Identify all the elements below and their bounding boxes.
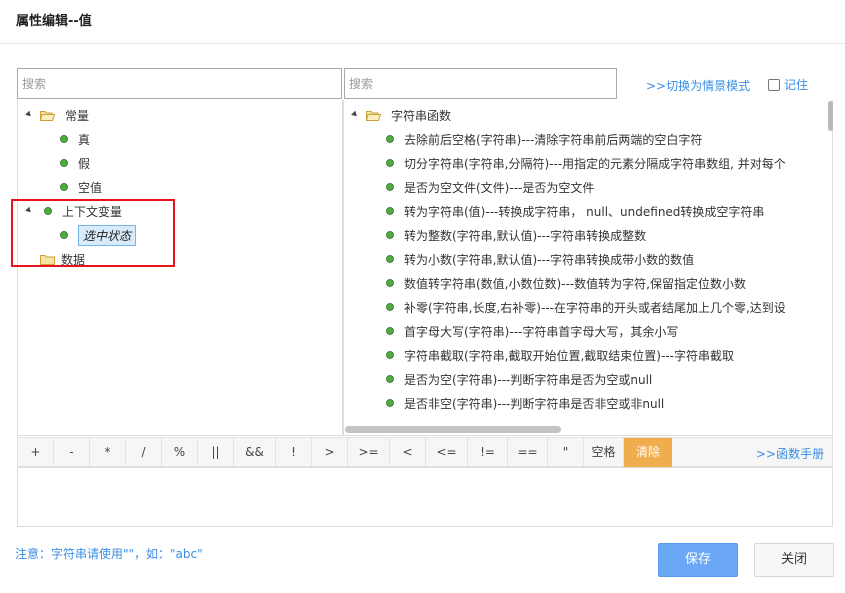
tree-leaf-true[interactable]: 真	[60, 128, 90, 150]
function-label: 切分字符串(字符串,分隔符)---用指定的元素分隔成字符串数组, 并对每个	[404, 156, 786, 171]
close-button[interactable]: 关闭	[754, 543, 834, 577]
right-search-input[interactable]	[344, 68, 617, 99]
switch-scene-mode-link[interactable]: >>切换为情景模式	[646, 77, 750, 94]
function-item[interactable]: 是否为空文件(文件)---是否为空文件	[386, 176, 594, 198]
leaf-dot-icon	[386, 183, 394, 191]
tree-leaf-label-selected: 选中状态	[78, 224, 137, 246]
remember-checkbox[interactable]: 记住	[768, 76, 808, 93]
function-item[interactable]: 转为整数(字符串,默认值)---字符串转换成整数	[386, 224, 646, 246]
function-label: 转为整数(字符串,默认值)---字符串转换成整数	[404, 228, 647, 243]
dialog-titlebar: 属性编辑--值	[0, 0, 845, 44]
note-text: 注意：字符串请使用""，如："abc"	[15, 547, 203, 561]
dialog-title: 属性编辑--值	[16, 14, 92, 29]
tree-leaf-label: 假	[78, 156, 91, 171]
tree-group-constants[interactable]: 常量	[25, 104, 90, 126]
operator-toolbar: + - * / % || && ! > >= < <= != == " 空格 清…	[17, 437, 833, 467]
leaf-dot-icon	[60, 159, 68, 167]
tree-leaf-false[interactable]: 假	[60, 152, 90, 174]
function-item[interactable]: 数值转字符串(数值,小数位数)---数值转为字符,保留指定位数小数	[386, 272, 746, 294]
expand-arrow-icon[interactable]	[25, 206, 33, 215]
operator-equal-button[interactable]: ==	[508, 438, 548, 467]
tree-group-context-variables[interactable]: 上下文变量	[25, 200, 123, 222]
function-manual-link[interactable]: >>函数手册	[756, 445, 824, 462]
function-item[interactable]: 补零(字符串,长度,右补零)---在字符串的开头或者结尾加上几个零,达到设	[386, 296, 786, 318]
tree-group-label: 字符串函数	[391, 108, 452, 123]
operator-greater-equal-button[interactable]: >=	[348, 438, 390, 467]
operator-modulo-button[interactable]: %	[162, 438, 198, 467]
function-label: 首字母大写(字符串)---字符串首字母大写，其余小写	[404, 324, 679, 339]
folder-icon	[40, 254, 55, 265]
remember-label: 记住	[784, 78, 809, 92]
tree-group-string-functions[interactable]: 字符串函数	[351, 104, 452, 126]
leaf-dot-icon	[60, 183, 68, 191]
function-item[interactable]: 字符串截取(字符串,截取开始位置,截取结束位置)---字符串截取	[386, 344, 734, 366]
expression-textarea[interactable]	[17, 467, 833, 527]
leaf-dot-icon	[386, 207, 394, 215]
tree-group-label: 常量	[65, 108, 90, 123]
leaf-dot-icon	[386, 279, 394, 287]
operator-not-equal-button[interactable]: !=	[468, 438, 508, 467]
save-button[interactable]: 保存	[658, 543, 738, 577]
operator-greater-button[interactable]: >	[312, 438, 348, 467]
leaf-dot-icon	[386, 351, 394, 359]
function-item[interactable]: 切分字符串(字符串,分隔符)---用指定的元素分隔成字符串数组, 并对每个	[386, 152, 786, 174]
function-label: 是否为空(字符串)---判断字符串是否为空或null	[404, 372, 653, 387]
function-label: 是否非空(字符串)---判断字符串是否非空或非null	[404, 396, 665, 411]
tree-group-label: 上下文变量	[62, 204, 123, 219]
operator-quote-button[interactable]: "	[548, 438, 584, 467]
tree-leaf-label: 真	[78, 132, 91, 147]
expand-arrow-icon[interactable]	[25, 110, 33, 119]
leaf-dot-icon	[386, 231, 394, 239]
tree-group-label: 数据	[61, 252, 86, 267]
folder-open-icon	[366, 110, 381, 121]
function-tree-pane: 字符串函数 去除前后空格(字符串)---清除字符串前后两端的空白字符 切分字符串…	[343, 100, 833, 436]
tree-leaf-null[interactable]: 空值	[60, 176, 102, 198]
leaf-dot-icon	[386, 255, 394, 263]
function-item[interactable]: 去除前后空格(字符串)---清除字符串前后两端的空白字符	[386, 128, 702, 150]
operator-or-button[interactable]: ||	[198, 438, 234, 467]
checkbox-box[interactable]	[768, 78, 780, 91]
function-label: 去除前后空格(字符串)---清除字符串前后两端的空白字符	[404, 132, 703, 147]
vertical-scrollbar-thumb[interactable]	[828, 101, 833, 131]
function-label: 数值转字符串(数值,小数位数)---数值转为字符,保留指定位数小数	[404, 276, 746, 291]
tree-leaf-selected-state[interactable]: 选中状态	[60, 224, 137, 246]
function-item[interactable]: 首字母大写(字符串)---字符串首字母大写，其余小写	[386, 320, 678, 342]
expand-arrow-icon[interactable]	[351, 110, 359, 119]
operator-plus-button[interactable]: +	[18, 438, 54, 467]
tree-leaf-label: 空值	[78, 180, 103, 195]
leaf-dot-icon	[44, 207, 52, 215]
leaf-dot-icon	[386, 303, 394, 311]
leaf-dot-icon	[386, 327, 394, 335]
folder-open-icon	[40, 110, 55, 121]
function-label: 补零(字符串,长度,右补零)---在字符串的开头或者结尾加上几个零,达到设	[404, 300, 786, 315]
function-item[interactable]: 转为字符串(值)---转换成字符串， null、undefined转换成空字符串	[386, 200, 764, 222]
left-search-input[interactable]	[17, 68, 342, 99]
function-item[interactable]: 是否非空(字符串)---判断字符串是否非空或非null	[386, 392, 664, 414]
leaf-dot-icon	[60, 135, 68, 143]
operator-less-equal-button[interactable]: <=	[426, 438, 468, 467]
operator-divide-button[interactable]: /	[126, 438, 162, 467]
function-label: 转为小数(字符串,默认值)---字符串转换成带小数的数值	[404, 252, 695, 267]
function-label: 转为字符串(值)---转换成字符串， null、undefined转换成空字符串	[404, 204, 765, 219]
function-label: 是否为空文件(文件)---是否为空文件	[404, 180, 595, 195]
tree-group-data[interactable]: 数据	[40, 248, 85, 270]
operator-space-button[interactable]: 空格	[584, 438, 624, 467]
operator-and-button[interactable]: &&	[234, 438, 276, 467]
leaf-dot-icon	[386, 399, 394, 407]
variable-tree-pane: 常量 真 假 空值 上下文变量 选中状态 数据	[17, 100, 343, 436]
leaf-dot-icon	[386, 159, 394, 167]
horizontal-scrollbar-thumb[interactable]	[345, 426, 561, 433]
leaf-dot-icon	[386, 135, 394, 143]
function-item[interactable]: 是否为空(字符串)---判断字符串是否为空或null	[386, 368, 652, 390]
operator-less-button[interactable]: <	[390, 438, 426, 467]
leaf-dot-icon	[60, 231, 68, 239]
operator-minus-button[interactable]: -	[54, 438, 90, 467]
clear-button[interactable]: 清除	[624, 438, 672, 467]
leaf-dot-icon	[386, 375, 394, 383]
operator-multiply-button[interactable]: *	[90, 438, 126, 467]
function-item[interactable]: 转为小数(字符串,默认值)---字符串转换成带小数的数值	[386, 248, 694, 270]
function-label: 字符串截取(字符串,截取开始位置,截取结束位置)---字符串截取	[404, 348, 734, 363]
operator-not-button[interactable]: !	[276, 438, 312, 467]
